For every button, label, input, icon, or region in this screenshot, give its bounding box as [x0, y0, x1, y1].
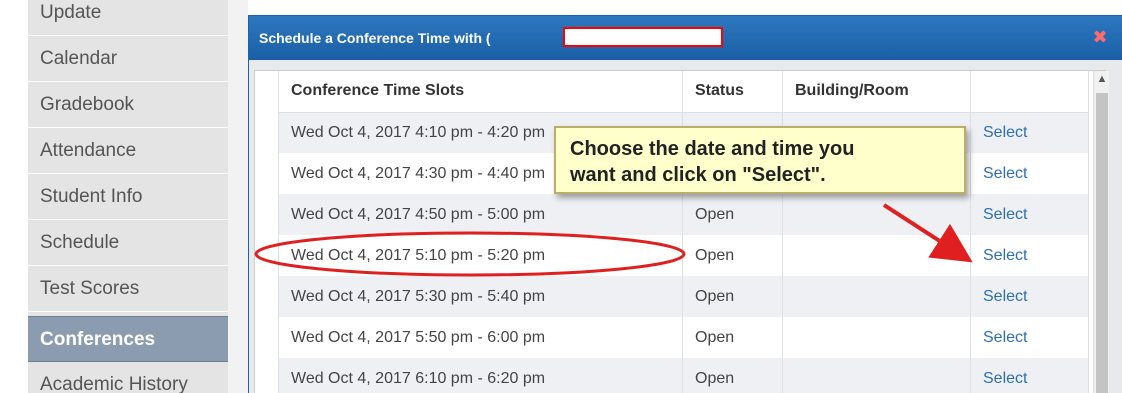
- table-row: Wed Oct 4, 2017 5:10 pm - 5:20 pm Open S…: [278, 235, 1089, 276]
- select-link[interactable]: Select: [970, 112, 1089, 153]
- slot-room: [782, 194, 971, 235]
- column-header-building-room: Building/Room: [782, 71, 971, 113]
- slot-room: [782, 317, 971, 358]
- vertical-scrollbar[interactable]: ▲: [1093, 71, 1109, 393]
- sidebar-item-update[interactable]: Update: [28, 0, 228, 36]
- select-link[interactable]: Select: [970, 235, 1089, 276]
- column-header-status: Status: [682, 71, 783, 113]
- slot-room: [782, 276, 971, 317]
- slot-status: Open: [682, 194, 783, 235]
- slot-status: Open: [682, 235, 783, 276]
- dialog-title: Schedule a Conference Time with (: [259, 30, 491, 46]
- select-link[interactable]: Select: [970, 317, 1089, 358]
- slot-time: Wed Oct 4, 2017 5:10 pm - 5:20 pm: [278, 235, 683, 276]
- column-header-action: [970, 71, 1089, 113]
- conference-schedule-dialog: Schedule a Conference Time with ( ✖ Conf…: [248, 15, 1122, 393]
- content-background: [228, 0, 248, 393]
- slot-time: Wed Oct 4, 2017 4:50 pm - 5:00 pm: [278, 194, 683, 235]
- sidebar-item-test-scores[interactable]: Test Scores: [28, 266, 228, 312]
- table-header-row: Conference Time Slots Status Building/Ro…: [278, 71, 1089, 113]
- sidebar-item-calendar[interactable]: Calendar: [28, 36, 228, 82]
- sidebar-nav: Update Calendar Gradebook Attendance Stu…: [28, 0, 228, 393]
- select-link[interactable]: Select: [970, 358, 1089, 393]
- select-link[interactable]: Select: [970, 276, 1089, 317]
- slot-status: Open: [682, 276, 783, 317]
- callout-line-1: Choose the date and time you: [570, 138, 855, 160]
- slot-time: Wed Oct 4, 2017 6:10 pm - 6:20 pm: [278, 358, 683, 393]
- select-link[interactable]: Select: [970, 153, 1089, 194]
- select-link[interactable]: Select: [970, 194, 1089, 235]
- slot-room: [782, 358, 971, 393]
- instruction-callout: Choose the date and time you want and cl…: [554, 126, 966, 194]
- dialog-title-bar: Schedule a Conference Time with ( ✖: [249, 16, 1122, 60]
- scroll-up-icon[interactable]: ▲: [1094, 71, 1110, 87]
- sidebar-item-schedule[interactable]: Schedule: [28, 220, 228, 266]
- time-slots-panel: Conference Time Slots Status Building/Ro…: [254, 70, 1109, 393]
- column-header-time-slots: Conference Time Slots: [278, 71, 683, 113]
- sidebar-item-student-info[interactable]: Student Info: [28, 174, 228, 220]
- slot-time: Wed Oct 4, 2017 5:30 pm - 5:40 pm: [278, 276, 683, 317]
- table-row: Wed Oct 4, 2017 4:50 pm - 5:00 pm Open S…: [278, 194, 1089, 235]
- table-row: Wed Oct 4, 2017 6:10 pm - 6:20 pm Open S…: [278, 358, 1089, 393]
- close-icon[interactable]: ✖: [1087, 24, 1113, 50]
- table-row: Wed Oct 4, 2017 5:50 pm - 6:00 pm Open S…: [278, 317, 1089, 358]
- table-row: Wed Oct 4, 2017 5:30 pm - 5:40 pm Open S…: [278, 276, 1089, 317]
- slot-time: Wed Oct 4, 2017 5:50 pm - 6:00 pm: [278, 317, 683, 358]
- callout-line-2: want and click on "Select".: [570, 164, 826, 186]
- sidebar-item-attendance[interactable]: Attendance: [28, 128, 228, 174]
- redacted-teacher-name: [563, 27, 723, 47]
- slot-status: Open: [682, 358, 783, 393]
- sidebar-item-conferences[interactable]: Conferences: [28, 316, 228, 362]
- sidebar-item-academic-history[interactable]: Academic History: [28, 362, 228, 393]
- slot-room: [782, 235, 971, 276]
- scrollbar-thumb[interactable]: [1096, 93, 1108, 393]
- sidebar-item-gradebook[interactable]: Gradebook: [28, 82, 228, 128]
- slot-status: Open: [682, 317, 783, 358]
- time-slots-table: Conference Time Slots Status Building/Ro…: [278, 71, 1089, 393]
